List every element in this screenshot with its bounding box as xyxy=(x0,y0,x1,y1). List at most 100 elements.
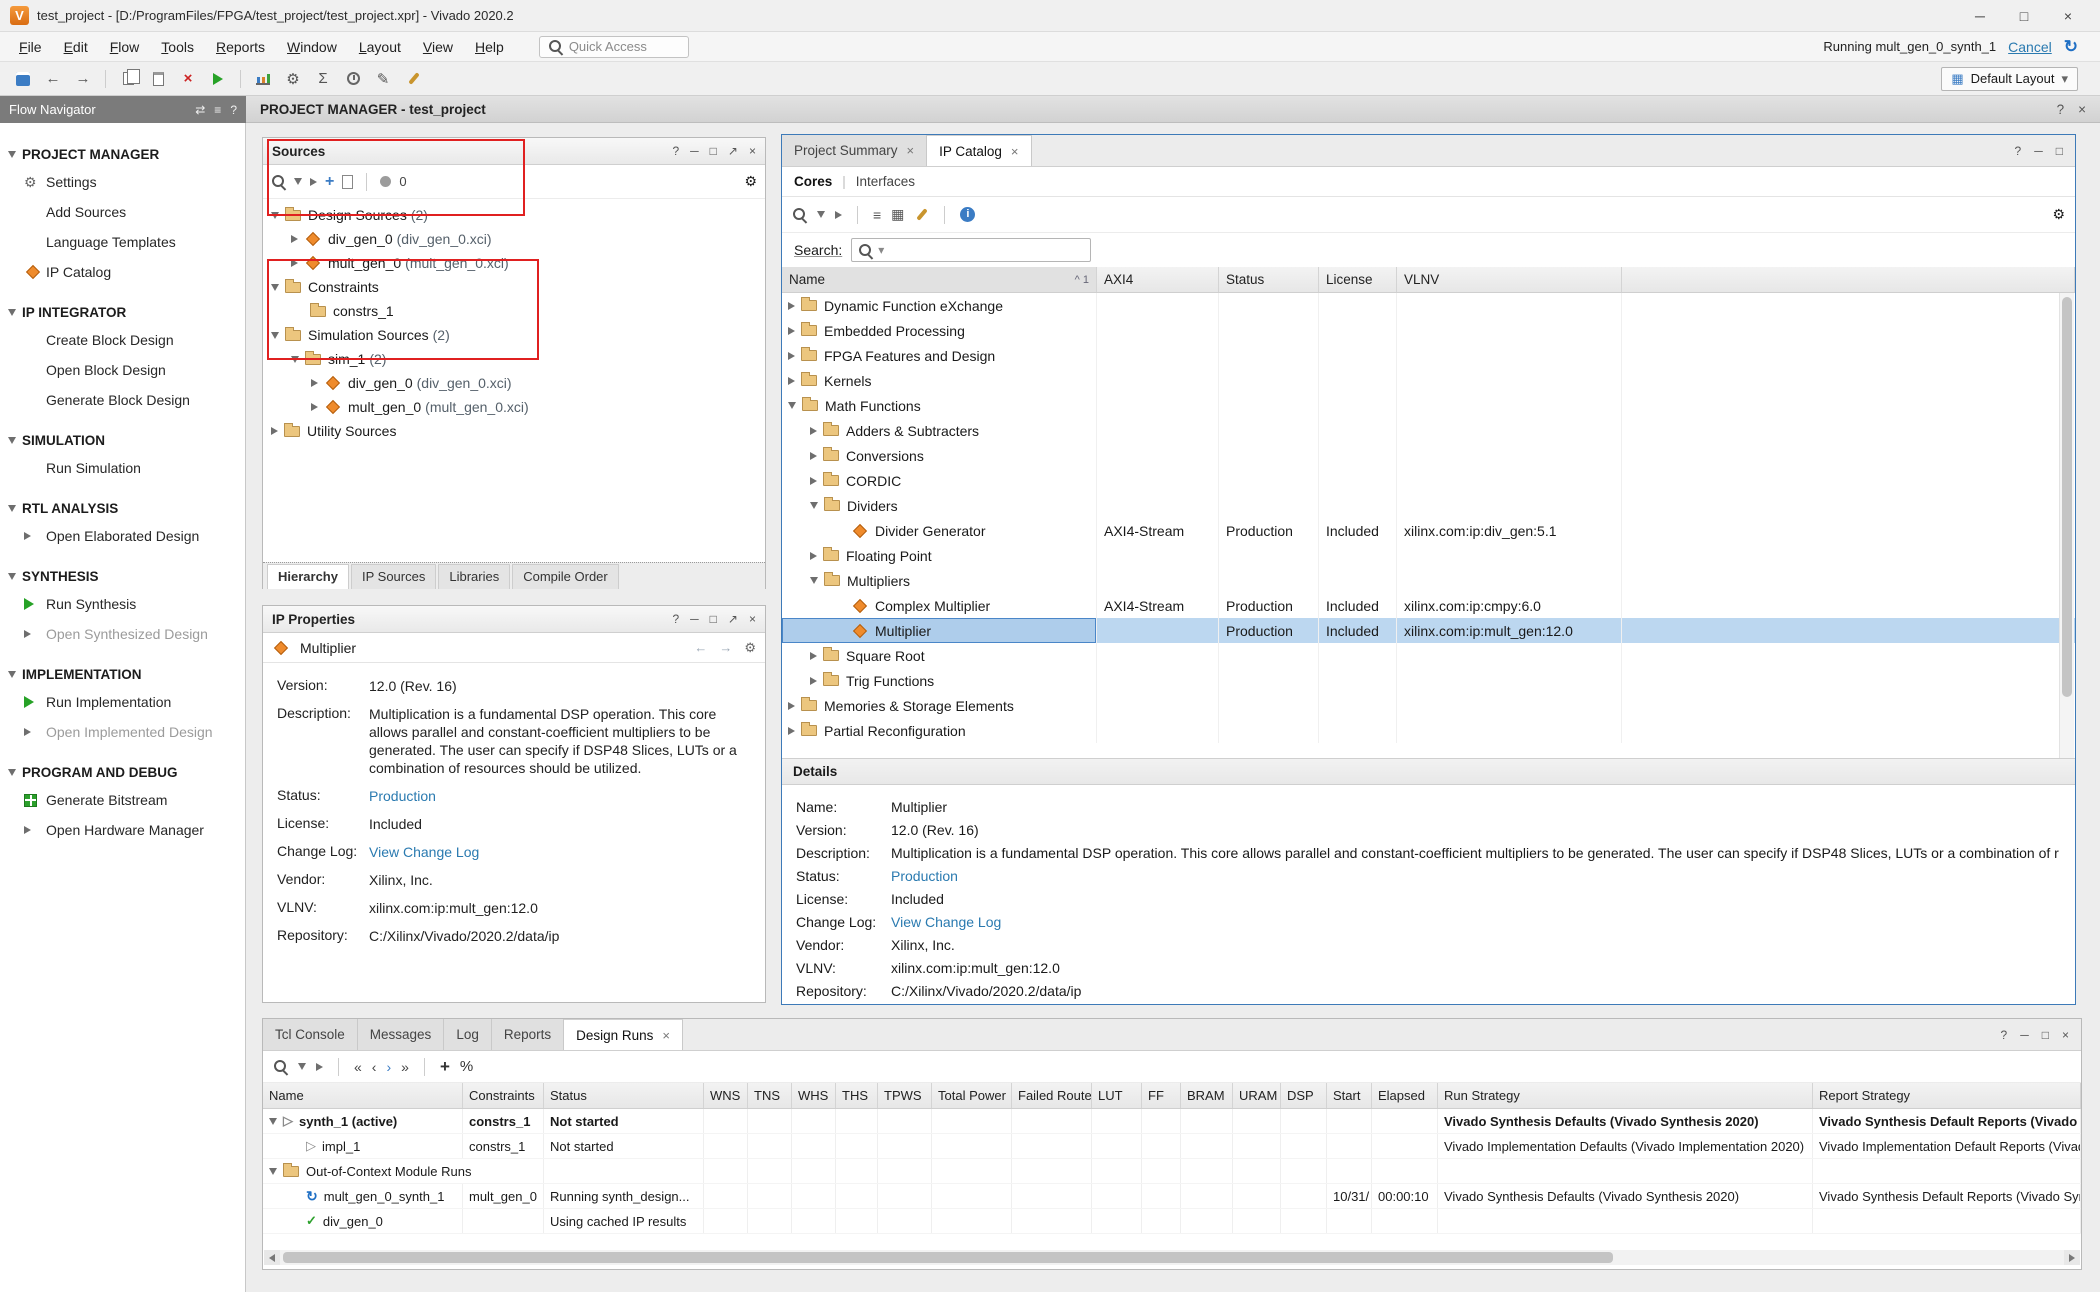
flow-item-open-implemented-design[interactable]: Open Implemented Design xyxy=(0,717,245,747)
sum-button[interactable]: Σ xyxy=(310,66,336,92)
flow-item-run-implementation[interactable]: Run Implementation xyxy=(0,687,245,717)
menu-reports[interactable]: Reports xyxy=(205,35,276,59)
expander-right-icon[interactable] xyxy=(24,630,31,638)
catalog-row-partial-reconfiguration[interactable]: Partial Reconfiguration xyxy=(782,718,2075,743)
tab-project-summary[interactable]: Project Summary× xyxy=(782,135,927,166)
runs-column-ff[interactable]: FF xyxy=(1142,1083,1181,1108)
catalog-row-complex-multiplier[interactable]: Complex MultiplierAXI4-StreamProductionI… xyxy=(782,593,2075,618)
property-value-link[interactable]: Production xyxy=(369,787,749,805)
expander-right-icon[interactable] xyxy=(291,259,298,267)
flow-item-open-elaborated-design[interactable]: Open Elaborated Design xyxy=(0,521,245,551)
source-item-constrs-1[interactable]: constrs_1 xyxy=(263,299,765,323)
runs-column-report-strategy[interactable]: Report Strategy xyxy=(1813,1083,2081,1108)
source-item-div-gen-0[interactable]: div_gen_0(div_gen_0.xci) xyxy=(263,227,765,251)
runs-column-name[interactable]: Name xyxy=(263,1083,463,1108)
menu-tools[interactable]: Tools xyxy=(150,35,205,59)
horizontal-scrollbar[interactable] xyxy=(264,1250,2080,1265)
sources-settings-icon[interactable]: ⚙ xyxy=(744,173,757,190)
expander-down-icon[interactable] xyxy=(810,577,818,584)
flow-item-open-hardware-manager[interactable]: Open Hardware Manager xyxy=(0,815,245,845)
catalog-row-dynamic-function-exchange[interactable]: Dynamic Function eXchange xyxy=(782,293,2075,318)
menu-file[interactable]: File xyxy=(8,35,53,59)
close-icon[interactable]: × xyxy=(749,144,756,158)
source-item-mult-gen-0[interactable]: mult_gen_0(mult_gen_0.xci) xyxy=(263,251,765,275)
flow-section-program-and-debug[interactable]: PROGRAM AND DEBUG xyxy=(0,759,245,785)
flow-item-open-block-design[interactable]: Open Block Design xyxy=(0,355,245,385)
add-sources-icon[interactable]: + xyxy=(325,173,334,191)
redo-button[interactable]: → xyxy=(70,66,96,92)
help-icon[interactable]: ? xyxy=(2001,1028,2008,1042)
minimize-button[interactable]: ─ xyxy=(1958,1,2002,31)
expander-right-icon[interactable] xyxy=(311,403,318,411)
tab-close-icon[interactable]: × xyxy=(662,1028,670,1043)
minimize-icon[interactable]: ─ xyxy=(690,612,699,626)
menu-view[interactable]: View xyxy=(412,35,464,59)
expander-right-icon[interactable] xyxy=(810,427,817,435)
back-icon[interactable]: ← xyxy=(694,640,707,656)
menu-flow[interactable]: Flow xyxy=(99,35,151,59)
catalog-column-name[interactable]: Name^ 1 xyxy=(782,267,1097,292)
maximize-icon[interactable]: □ xyxy=(710,612,717,626)
float-icon[interactable]: ↗ xyxy=(728,144,738,158)
help-icon[interactable]: ? xyxy=(2015,144,2022,158)
runs-column-dsp[interactable]: DSP xyxy=(1281,1083,1327,1108)
help-icon[interactable]: ? xyxy=(672,144,679,158)
flow-item-run-synthesis[interactable]: Run Synthesis xyxy=(0,589,245,619)
runs-column-wns[interactable]: WNS xyxy=(704,1083,748,1108)
catalog-row-trig-functions[interactable]: Trig Functions xyxy=(782,668,2075,693)
expander-right-icon[interactable] xyxy=(788,377,795,385)
scrollbar-thumb[interactable] xyxy=(283,1252,1613,1263)
catalog-row-adders-subtracters[interactable]: Adders & Subtracters xyxy=(782,418,2075,443)
undo-button[interactable]: ← xyxy=(40,66,66,92)
runs-column-start[interactable]: Start xyxy=(1327,1083,1372,1108)
close-icon[interactable]: × xyxy=(2062,1028,2069,1042)
close-icon[interactable]: × xyxy=(749,612,756,626)
tab-design-runs[interactable]: Design Runs× xyxy=(564,1019,683,1050)
expand-all-icon[interactable] xyxy=(835,211,842,219)
maximize-icon[interactable]: □ xyxy=(2042,1028,2049,1042)
properties-settings-icon[interactable]: ⚙ xyxy=(744,640,756,656)
minimize-icon[interactable]: ─ xyxy=(2034,144,2043,158)
catalog-row-fpga-features-and-design[interactable]: FPGA Features and Design xyxy=(782,343,2075,368)
flow-section-project-manager[interactable]: PROJECT MANAGER xyxy=(0,141,245,167)
expander-right-icon[interactable] xyxy=(788,327,795,335)
flow-section-simulation[interactable]: SIMULATION xyxy=(0,427,245,453)
flow-section-synthesis[interactable]: SYNTHESIS xyxy=(0,563,245,589)
catalog-row-divider-generator[interactable]: Divider GeneratorAXI4-StreamProductionIn… xyxy=(782,518,2075,543)
collapse-all-icon[interactable] xyxy=(294,178,302,185)
runs-column-uram[interactable]: URAM xyxy=(1233,1083,1281,1108)
expander-down-icon[interactable] xyxy=(8,671,16,678)
runs-column-failed-routes[interactable]: Failed Routes xyxy=(1012,1083,1092,1108)
sources-tab-hierarchy[interactable]: Hierarchy xyxy=(267,564,349,589)
expander-down-icon[interactable] xyxy=(8,151,16,158)
search-icon[interactable] xyxy=(273,1059,288,1074)
source-item-mult-gen-0[interactable]: mult_gen_0(mult_gen_0.xci) xyxy=(263,395,765,419)
runs-column-status[interactable]: Status xyxy=(544,1083,704,1108)
minimize-icon[interactable]: ─ xyxy=(2020,1028,2029,1042)
catalog-column-axi4[interactable]: AXI4 xyxy=(1097,267,1219,292)
expand-all-icon[interactable] xyxy=(310,178,317,186)
catalog-row-math-functions[interactable]: Math Functions xyxy=(782,393,2075,418)
source-item-sim-1[interactable]: sim_1(2) xyxy=(263,347,765,371)
clock-button[interactable] xyxy=(340,66,366,92)
flow-section-implementation[interactable]: IMPLEMENTATION xyxy=(0,661,245,687)
detail-value-link[interactable]: View Change Log xyxy=(891,914,2059,930)
flow-item-settings[interactable]: ⚙Settings xyxy=(0,167,245,197)
close-button[interactable]: × xyxy=(2046,1,2090,31)
flow-item-run-simulation[interactable]: Run Simulation xyxy=(0,453,245,483)
expander-down-icon[interactable] xyxy=(810,502,818,509)
search-icon[interactable] xyxy=(271,174,286,189)
flow-item-open-synthesized-design[interactable]: Open Synthesized Design xyxy=(0,619,245,649)
collapse-all-icon[interactable] xyxy=(817,211,825,218)
runs-column-total-power[interactable]: Total Power xyxy=(932,1083,1012,1108)
run-row-out-of-context-module-runs[interactable]: Out-of-Context Module Runs xyxy=(263,1159,2081,1184)
expand-all-icon[interactable] xyxy=(316,1063,323,1071)
close-view-icon[interactable]: × xyxy=(2078,102,2086,117)
catalog-row-square-root[interactable]: Square Root xyxy=(782,643,2075,668)
reports-button[interactable] xyxy=(250,66,276,92)
first-run-icon[interactable]: « xyxy=(354,1059,362,1075)
expander-right-icon[interactable] xyxy=(24,532,31,540)
file-icon[interactable] xyxy=(342,175,353,189)
stop-button[interactable]: × xyxy=(175,66,201,92)
runs-column-lut[interactable]: LUT xyxy=(1092,1083,1142,1108)
